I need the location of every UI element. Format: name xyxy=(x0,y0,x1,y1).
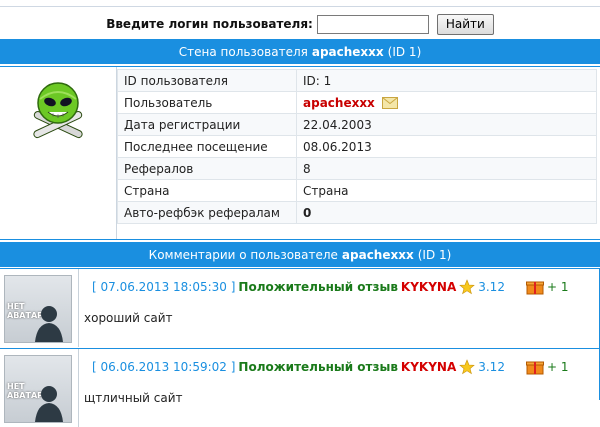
info-row-referrals: Рефералов 8 xyxy=(117,157,597,180)
wall-header-username: apachexxx xyxy=(311,44,384,59)
comment-type: Положительный отзыв xyxy=(238,280,398,294)
profile-panel: ID пользователя ID: 1 Пользователь apach… xyxy=(0,66,600,240)
info-value-user: apachexxx xyxy=(296,91,597,114)
info-key: Последнее посещение xyxy=(117,135,297,158)
star-icon xyxy=(459,359,476,375)
info-row-user: Пользователь apachexxx xyxy=(117,91,597,114)
login-search-input[interactable] xyxy=(316,14,429,34)
profile-username[interactable]: apachexxx xyxy=(303,96,375,110)
gift-icon xyxy=(525,361,544,375)
comments-header-id: (ID 1) xyxy=(417,247,452,262)
profile-info-table: ID пользователя ID: 1 Пользователь apach… xyxy=(117,69,597,224)
comment-type: Положительный отзыв xyxy=(238,360,398,374)
comment-date: [ 06.06.2013 10:59:02 ] xyxy=(92,360,236,374)
mail-icon[interactable] xyxy=(381,96,398,109)
info-key: Страна xyxy=(117,179,297,202)
info-row-id: ID пользователя ID: 1 xyxy=(117,69,597,92)
comments-header-username: apachexxx xyxy=(341,247,414,262)
comment-separator xyxy=(78,269,79,347)
comment-plus: + 1 xyxy=(546,360,569,374)
info-value: 8 xyxy=(296,157,597,180)
no-avatar-image: НЕТ АВАТАРА xyxy=(4,355,72,423)
info-value: ID: 1 xyxy=(296,69,597,92)
comment-date: [ 07.06.2013 18:05:30 ] xyxy=(92,280,236,294)
comment-separator xyxy=(78,349,79,427)
info-value: 08.06.2013 xyxy=(296,135,597,158)
info-row-registration: Дата регистрации 22.04.2003 xyxy=(117,113,597,136)
search-label: Введите логин пользователя: xyxy=(106,17,313,31)
comment-rating: 3.12 xyxy=(478,280,505,294)
info-key: Авто-рефбэк рефералам xyxy=(117,201,297,224)
info-value: Страна xyxy=(296,179,597,202)
info-row-country: Страна Страна xyxy=(117,179,597,202)
info-value: 0 xyxy=(296,201,597,224)
avatar-cell xyxy=(0,67,117,239)
comment-rating: 3.12 xyxy=(478,360,505,374)
comment-text: хороший сайт xyxy=(84,311,173,325)
user-silhouette-icon xyxy=(35,386,63,422)
star-icon xyxy=(459,279,476,295)
comment-meta: [ 06.06.2013 10:59:02 ] Положительный от… xyxy=(92,359,568,375)
comments-header: Комментарии о пользователе apachexxx (ID… xyxy=(0,242,600,267)
wall-header: Стена пользователя apachexxx (ID 1) xyxy=(0,39,600,64)
info-row-auto-refback: Авто-рефбэк рефералам 0 xyxy=(117,201,597,224)
alien-avatar-icon xyxy=(33,82,83,139)
comment-text: щтличный сайт xyxy=(84,391,183,405)
info-row-last-visit: Последнее посещение 08.06.2013 xyxy=(117,135,597,158)
info-key: Пользователь xyxy=(117,91,297,114)
comment-plus: + 1 xyxy=(546,280,569,294)
no-avatar-image: НЕТ АВАТАРА xyxy=(4,275,72,343)
info-value: 22.04.2003 xyxy=(296,113,597,136)
top-divider xyxy=(0,6,600,7)
info-key: Дата регистрации xyxy=(117,113,297,136)
wall-header-id: (ID 1) xyxy=(387,44,422,59)
comments-header-prefix: Комментарии о пользователе xyxy=(148,247,338,262)
comment-author[interactable]: KYKYNA xyxy=(401,360,456,374)
user-search-bar: Введите логин пользователя: Найти xyxy=(0,13,600,35)
find-button[interactable]: Найти xyxy=(436,13,494,35)
comment-item: НЕТ АВАТАРА [ 07.06.2013 18:05:30 ] Поло… xyxy=(0,268,600,347)
info-key: Рефералов xyxy=(117,157,297,180)
user-silhouette-icon xyxy=(35,306,63,342)
wall-header-prefix: Стена пользователя xyxy=(178,44,308,59)
gift-icon xyxy=(525,281,544,295)
info-key: ID пользователя xyxy=(117,69,297,92)
comment-meta: [ 07.06.2013 18:05:30 ] Положительный от… xyxy=(92,279,568,295)
comment-author[interactable]: KYKYNA xyxy=(401,280,456,294)
